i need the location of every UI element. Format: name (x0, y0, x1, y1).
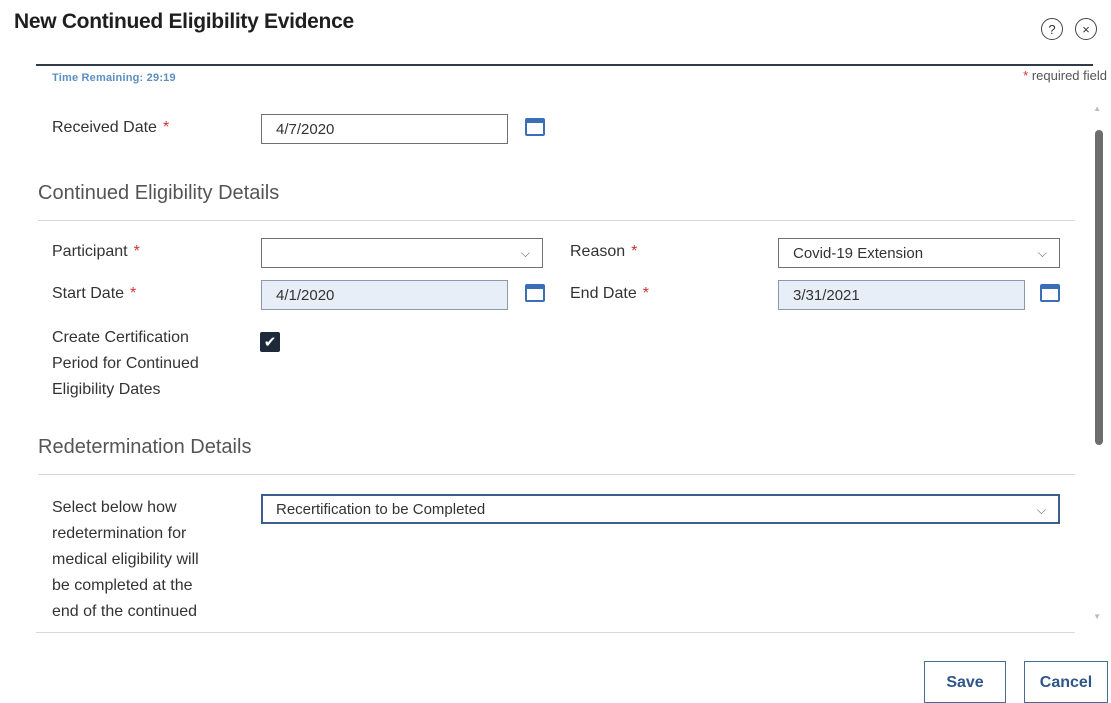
chevron-down-icon: ⌵ (520, 246, 530, 260)
redetermination-label-line: redetermination for (52, 525, 187, 542)
received-date-label-text: Received Date (52, 119, 157, 136)
help-icon[interactable]: ? (1041, 18, 1063, 40)
end-date-input[interactable]: 3/31/2021 (778, 280, 1025, 310)
scrollbar-thumb[interactable] (1095, 130, 1103, 445)
redetermination-label-line: be completed at the (52, 577, 193, 594)
reason-value: Covid-19 Extension (793, 245, 924, 262)
create-certification-label: Create Certification Period for Continue… (52, 325, 199, 403)
title-actions: ? × (1041, 18, 1097, 40)
required-field-note: * required field (1023, 68, 1107, 83)
scroll-up-arrow-icon[interactable]: ▲ (1093, 104, 1101, 113)
start-date-label: Start Date * (52, 281, 136, 307)
redetermination-select[interactable]: Recertification to be Completed ⌵ (261, 494, 1060, 524)
reason-label-text: Reason (570, 243, 626, 260)
cancel-button[interactable]: Cancel (1024, 661, 1108, 703)
create-certification-label-line: Create Certification (52, 329, 189, 346)
section-title-redetermination: Redetermination Details (38, 436, 252, 458)
required-star: * (133, 243, 140, 260)
redetermination-label-line: medical eligibility will (52, 551, 199, 568)
header-divider (36, 64, 1093, 66)
redetermination-value: Recertification to be Completed (276, 501, 486, 518)
chevron-down-icon: ⌵ (1037, 246, 1047, 260)
start-date-calendar-icon[interactable] (525, 284, 545, 302)
received-date-label: Received Date * (52, 115, 169, 141)
redetermination-label: Select below how redetermination for med… (52, 495, 199, 625)
participant-select[interactable]: ⌵ (261, 238, 543, 268)
redetermination-label-line: end of the continued (52, 603, 198, 620)
reason-label: Reason * (570, 239, 637, 265)
chevron-down-icon: ⌵ (1036, 503, 1046, 517)
section-title-continued: Continued Eligibility Details (38, 182, 280, 204)
required-star: * (631, 243, 638, 260)
end-date-label-text: End Date (570, 285, 637, 302)
save-button[interactable]: Save (924, 661, 1006, 703)
required-star: * (642, 285, 649, 302)
received-date-calendar-icon[interactable] (525, 118, 545, 136)
scroll-down-arrow-icon[interactable]: ▼ (1093, 612, 1101, 621)
start-date-label-text: Start Date (52, 285, 125, 302)
participant-label: Participant * (52, 239, 140, 265)
session-timer: Time Remaining: 29:19 (52, 72, 176, 84)
start-date-input[interactable]: 4/1/2020 (261, 280, 508, 310)
create-certification-label-line: Period for Continued (52, 355, 199, 372)
close-icon[interactable]: × (1075, 18, 1097, 40)
section-divider (38, 220, 1075, 221)
reason-select[interactable]: Covid-19 Extension ⌵ (778, 238, 1060, 268)
end-date-label: End Date * (570, 281, 649, 307)
create-certification-label-line: Eligibility Dates (52, 381, 161, 398)
footer-divider (36, 632, 1075, 633)
required-star: * (130, 285, 137, 302)
required-star: * (162, 119, 170, 136)
received-date-input[interactable]: 4/7/2020 (261, 114, 508, 144)
participant-label-text: Participant (52, 243, 128, 260)
section-divider (38, 474, 1075, 475)
dialog-title: New Continued Eligibility Evidence (14, 10, 354, 33)
create-certification-checkbox[interactable]: ✔ (260, 332, 280, 352)
end-date-calendar-icon[interactable] (1040, 284, 1060, 302)
redetermination-label-line: Select below how (52, 499, 177, 516)
required-note-text: required field (1028, 68, 1107, 83)
